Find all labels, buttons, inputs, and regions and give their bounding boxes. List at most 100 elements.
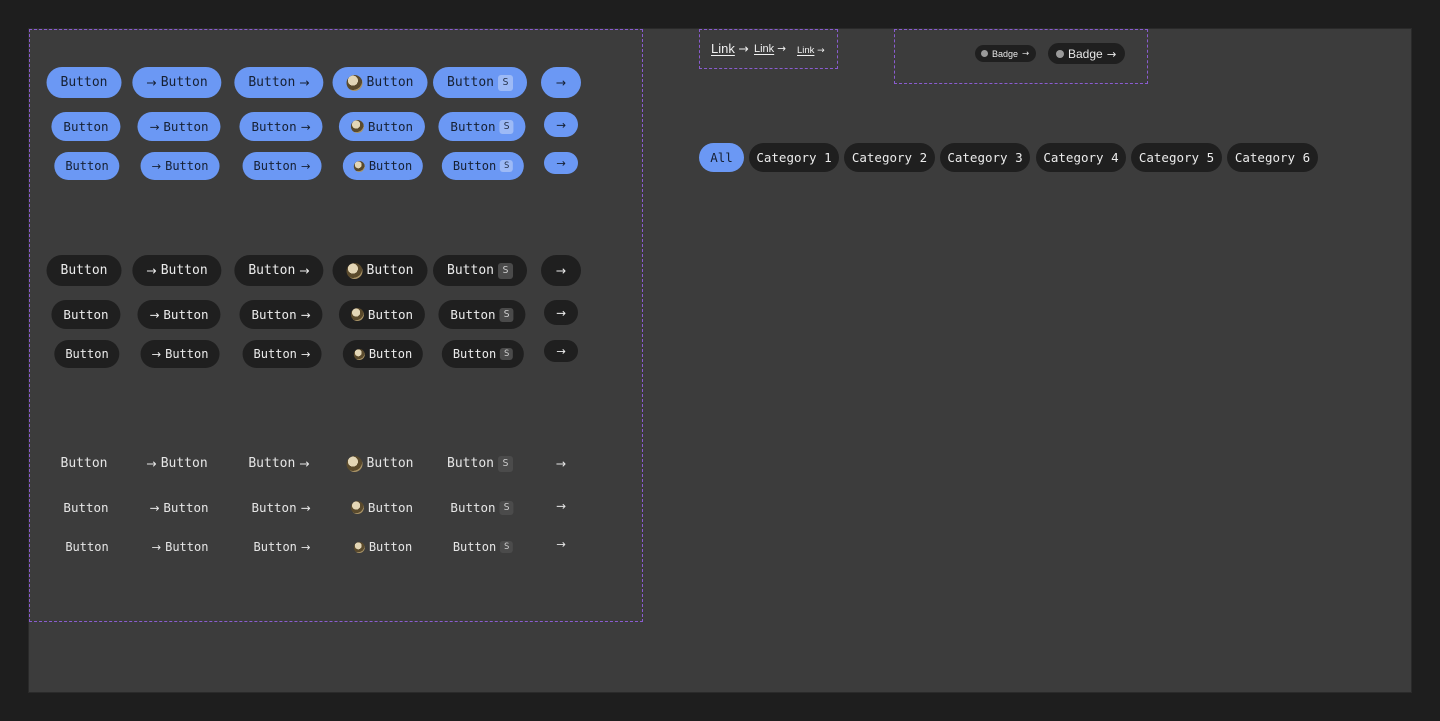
keyboard-shortcut: S [499, 500, 514, 515]
primary-button-avatar-lg[interactable]: Button [332, 67, 428, 98]
arrow-right-icon: → [149, 500, 160, 515]
button-label: Button [248, 263, 296, 278]
primary-button-icon-only-sm[interactable]: → [544, 152, 578, 174]
primary-button-trailing-arrow-sm[interactable]: Button → [242, 152, 322, 180]
ghost-button-icon-only-md[interactable]: → [544, 493, 578, 518]
secondary-button-shortcut-sm[interactable]: Button S [441, 340, 525, 368]
primary-button-shortcut-sm[interactable]: Button S [441, 152, 525, 180]
secondary-button-shortcut-lg[interactable]: Button S [433, 255, 527, 286]
keyboard-shortcut: S [500, 160, 514, 172]
button-label: Button [366, 263, 414, 278]
ghost-button-text-lg[interactable]: Button [47, 448, 122, 479]
primary-button-text-sm[interactable]: Button [54, 152, 120, 180]
primary-button-text-lg[interactable]: Button [46, 67, 122, 98]
secondary-button-text-lg[interactable]: Button [46, 255, 122, 286]
secondary-button-icon-only-lg[interactable]: → [541, 255, 581, 286]
secondary-button-icon-only-sm[interactable]: → [544, 340, 578, 362]
button-label: Button [251, 307, 297, 322]
category-chip-5[interactable]: Category 5 [1131, 143, 1222, 172]
primary-button-trailing-arrow-md[interactable]: Button → [239, 112, 323, 141]
primary-button-shortcut-md[interactable]: Button S [438, 112, 526, 141]
button-label: Button [165, 540, 209, 554]
arrow-right-icon: → [556, 537, 566, 551]
secondary-button-leading-arrow-sm[interactable]: → Button [140, 340, 220, 368]
button-label: Button [160, 456, 208, 471]
button-label: Button [63, 119, 109, 134]
ghost-button-shortcut-sm[interactable]: Button S [442, 533, 524, 561]
button-label: Button [165, 347, 209, 361]
secondary-button-leading-arrow-md[interactable]: → Button [137, 300, 221, 329]
secondary-button-trailing-arrow-sm[interactable]: Button → [242, 340, 322, 368]
category-label: All [710, 150, 733, 165]
arrow-right-icon: → [777, 43, 786, 55]
button-label: Button [447, 75, 494, 90]
status-dot-icon [1056, 49, 1064, 58]
arrow-right-icon: → [556, 117, 566, 132]
category-chip-4[interactable]: Category 4 [1036, 143, 1126, 172]
button-label: Button [368, 159, 413, 173]
button-label: Button [165, 159, 209, 173]
category-chip-1[interactable]: Category 1 [749, 143, 839, 172]
secondary-button-text-md[interactable]: Button [51, 300, 121, 329]
primary-button-leading-arrow-md[interactable]: → Button [137, 112, 221, 141]
secondary-button-avatar-lg[interactable]: Button [332, 255, 428, 286]
ghost-button-avatar-sm[interactable]: Button [343, 533, 423, 561]
ghost-button-shortcut-lg[interactable]: Button S [433, 448, 527, 479]
primary-button-shortcut-lg[interactable]: Button S [433, 67, 527, 98]
arrow-right-icon: → [738, 42, 749, 56]
secondary-button-shortcut-md[interactable]: Button S [438, 300, 526, 329]
secondary-button-icon-only-md[interactable]: → [544, 300, 578, 325]
ghost-button-text-sm[interactable]: Button [54, 533, 119, 561]
category-label: Category 6 [1234, 150, 1311, 165]
primary-button-icon-only-md[interactable]: → [544, 112, 578, 137]
category-label: Category 1 [756, 150, 832, 165]
secondary-button-avatar-sm[interactable]: Button [342, 340, 424, 368]
ghost-button-leading-arrow-sm[interactable]: → Button [141, 533, 220, 561]
category-chip-all[interactable]: All [699, 143, 744, 172]
secondary-button-trailing-arrow-md[interactable]: Button → [239, 300, 323, 329]
link-large[interactable]: Link → [711, 41, 749, 56]
secondary-button-avatar-md[interactable]: Button [338, 300, 426, 329]
ghost-button-shortcut-md[interactable]: Button S [438, 493, 525, 522]
arrow-right-icon: → [300, 540, 311, 554]
category-chip-6[interactable]: Category 6 [1227, 143, 1318, 172]
arrow-right-icon: → [151, 540, 162, 554]
badge-medium: Badge → [1048, 43, 1126, 64]
button-label: Button [63, 307, 109, 322]
ghost-button-icon-only-lg[interactable]: → [541, 448, 581, 479]
secondary-button-text-sm[interactable]: Button [54, 340, 120, 368]
secondary-button-leading-arrow-lg[interactable]: → Button [132, 255, 222, 286]
arrow-right-icon: → [556, 305, 566, 320]
button-label: Button [253, 159, 297, 173]
primary-button-trailing-arrow-lg[interactable]: Button → [234, 67, 324, 98]
keyboard-shortcut: S [497, 262, 513, 279]
category-chip-3[interactable]: Category 3 [940, 143, 1030, 172]
primary-button-avatar-sm[interactable]: Button [342, 152, 424, 180]
primary-button-leading-arrow-sm[interactable]: → Button [140, 152, 220, 180]
primary-button-text-md[interactable]: Button [51, 112, 121, 141]
ghost-button-trailing-arrow-md[interactable]: Button → [239, 493, 322, 522]
ghost-button-leading-arrow-md[interactable]: → Button [137, 493, 220, 522]
ghost-button-avatar-lg[interactable]: Button [333, 448, 428, 479]
primary-button-avatar-md[interactable]: Button [338, 112, 426, 141]
primary-button-leading-arrow-lg[interactable]: → Button [132, 67, 222, 98]
arrow-right-icon: → [300, 307, 311, 322]
ghost-button-icon-only-sm[interactable]: → [544, 533, 578, 555]
button-label: Button [452, 159, 497, 173]
secondary-button-trailing-arrow-lg[interactable]: Button → [234, 255, 324, 286]
button-label: Button [251, 119, 297, 134]
category-chip-2[interactable]: Category 2 [844, 143, 935, 172]
link-medium[interactable]: Link → [754, 43, 786, 55]
ghost-button-trailing-arrow-lg[interactable]: Button → [234, 448, 323, 479]
primary-button-icon-only-lg[interactable]: → [541, 67, 581, 98]
link-small[interactable]: Link → [797, 45, 825, 56]
ghost-button-text-md[interactable]: Button [51, 493, 120, 522]
arrow-right-icon: → [555, 456, 567, 471]
ghost-button-avatar-md[interactable]: Button [339, 493, 425, 522]
button-label: Button [367, 500, 414, 515]
arrow-right-icon: → [151, 347, 162, 361]
ghost-button-leading-arrow-lg[interactable]: → Button [132, 448, 221, 479]
ghost-button-trailing-arrow-sm[interactable]: Button → [243, 533, 322, 561]
category-label: Category 5 [1138, 150, 1215, 165]
button-label: Button [251, 500, 297, 515]
